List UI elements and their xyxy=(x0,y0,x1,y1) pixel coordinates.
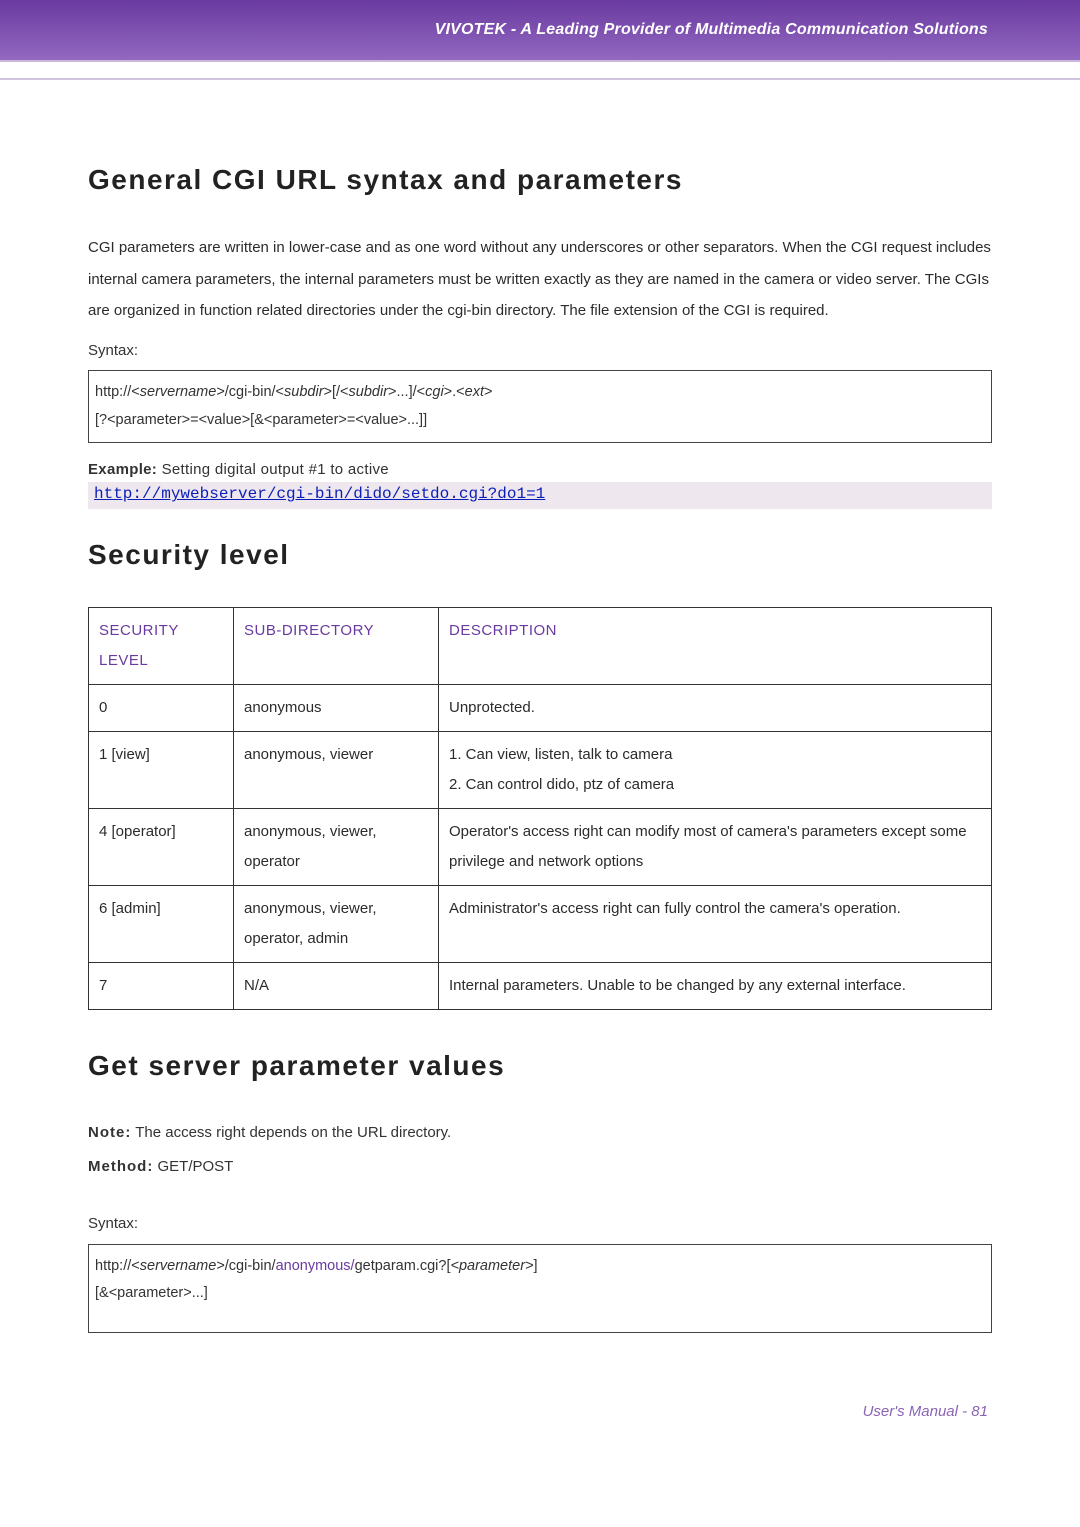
cell-desc: Operator's access right can modify most … xyxy=(439,809,992,886)
note-line: Note: The access right depends on the UR… xyxy=(88,1118,992,1148)
cell-subdir: N/A xyxy=(234,963,439,1010)
table-row: 6 [admin] anonymous, viewer, operator, a… xyxy=(89,886,992,963)
syntax-accent: anonymous/ xyxy=(276,1258,355,1274)
syntax-italic: servername xyxy=(140,384,217,400)
syntax2-line-2: [&<parameter>...] xyxy=(95,1280,985,1308)
cell-subdir: anonymous, viewer xyxy=(234,732,439,809)
th-description: DESCRIPTION xyxy=(439,608,992,685)
cell-level: 4 [operator] xyxy=(89,809,234,886)
method-line: Method: GET/POST xyxy=(88,1152,992,1182)
note-bold: Note: xyxy=(88,1124,131,1141)
method-rest: GET/POST xyxy=(153,1158,233,1175)
security-level-table: SECURITY LEVEL SUB-DIRECTORY DESCRIPTION… xyxy=(88,607,992,1010)
th-subdirectory: SUB-DIRECTORY xyxy=(234,608,439,685)
cell-desc: Administrator's access right can fully c… xyxy=(439,886,992,963)
syntax-text: > xyxy=(484,384,492,400)
method-bold: Method: xyxy=(88,1158,153,1175)
syntax-italic: ext xyxy=(465,384,484,400)
table-row: 1 [view] anonymous, viewer 1. Can view, … xyxy=(89,732,992,809)
syntax-italic: <parameter> xyxy=(450,1258,533,1274)
table-header-row: SECURITY LEVEL SUB-DIRECTORY DESCRIPTION xyxy=(89,608,992,685)
cell-desc: Unprotected. xyxy=(439,685,992,732)
th-security-level: SECURITY LEVEL xyxy=(89,608,234,685)
heading-security-level: Security level xyxy=(88,539,992,571)
page-footer: User's Manual - 81 xyxy=(0,1363,1080,1420)
cell-level: 7 xyxy=(89,963,234,1010)
syntax-text: >/cgi-bin/ xyxy=(216,1258,275,1274)
cell-desc: Internal parameters. Unable to be change… xyxy=(439,963,992,1010)
cell-subdir: anonymous, viewer, operator, admin xyxy=(234,886,439,963)
table-row: 4 [operator] anonymous, viewer, operator… xyxy=(89,809,992,886)
cell-desc: 1. Can view, listen, talk to camera 2. C… xyxy=(439,732,992,809)
cell-subdir: anonymous, viewer, operator xyxy=(234,809,439,886)
heading-get-server-param: Get server parameter values xyxy=(88,1050,992,1082)
syntax-line-2: [?<parameter>=<value>[&<parameter>=<valu… xyxy=(95,407,985,435)
header-tagline: VIVOTEK - A Leading Provider of Multimed… xyxy=(435,21,988,39)
page-root: VIVOTEK - A Leading Provider of Multimed… xyxy=(0,0,1080,1480)
syntax2-line-1: http://<servername>/cgi-bin/anonymous/ge… xyxy=(95,1253,985,1281)
syntax-box-2: http://<servername>/cgi-bin/anonymous/ge… xyxy=(88,1244,992,1333)
syntax-text: >...]/< xyxy=(388,384,425,400)
syntax-text: getparam.cgi?[ xyxy=(355,1258,451,1274)
cell-subdir: anonymous xyxy=(234,685,439,732)
syntax-line-1: http://<servername>/cgi-bin/<subdir>[/<s… xyxy=(95,379,985,407)
syntax-italic: servername xyxy=(140,1258,217,1274)
heading-general-cgi: General CGI URL syntax and parameters xyxy=(88,164,992,196)
example-link-box: http://mywebserver/cgi-bin/dido/setdo.cg… xyxy=(88,482,992,509)
table-row: 0 anonymous Unprotected. xyxy=(89,685,992,732)
syntax-text: http://< xyxy=(95,384,140,400)
example-rest: Setting digital output #1 to active xyxy=(157,461,389,478)
syntax-text: ] xyxy=(534,1258,538,1274)
content-area: General CGI URL syntax and parameters CG… xyxy=(0,80,1080,1333)
example-label: Example: Setting digital output #1 to ac… xyxy=(88,461,992,478)
syntax-italic: subdir xyxy=(284,384,324,400)
intro-paragraph: CGI parameters are written in lower-case… xyxy=(88,232,992,327)
page-header: VIVOTEK - A Leading Provider of Multimed… xyxy=(0,0,1080,62)
syntax-box-1: http://<servername>/cgi-bin/<subdir>[/<s… xyxy=(88,370,992,443)
table-row: 7 N/A Internal parameters. Unable to be … xyxy=(89,963,992,1010)
syntax-text: http://< xyxy=(95,1258,140,1274)
syntax-text: >/cgi-bin/< xyxy=(216,384,284,400)
syntax-label-2: Syntax: xyxy=(88,1208,992,1240)
example-bold: Example: xyxy=(88,461,157,478)
cell-level: 6 [admin] xyxy=(89,886,234,963)
cell-level: 0 xyxy=(89,685,234,732)
syntax-text: >.< xyxy=(444,384,465,400)
syntax-text: >[/< xyxy=(324,384,349,400)
syntax-label-1: Syntax: xyxy=(88,335,992,367)
cell-level: 1 [view] xyxy=(89,732,234,809)
syntax-italic: cgi xyxy=(425,384,444,400)
syntax-italic: subdir xyxy=(349,384,389,400)
note-rest: The access right depends on the URL dire… xyxy=(131,1124,451,1141)
example-link[interactable]: http://mywebserver/cgi-bin/dido/setdo.cg… xyxy=(94,485,545,503)
